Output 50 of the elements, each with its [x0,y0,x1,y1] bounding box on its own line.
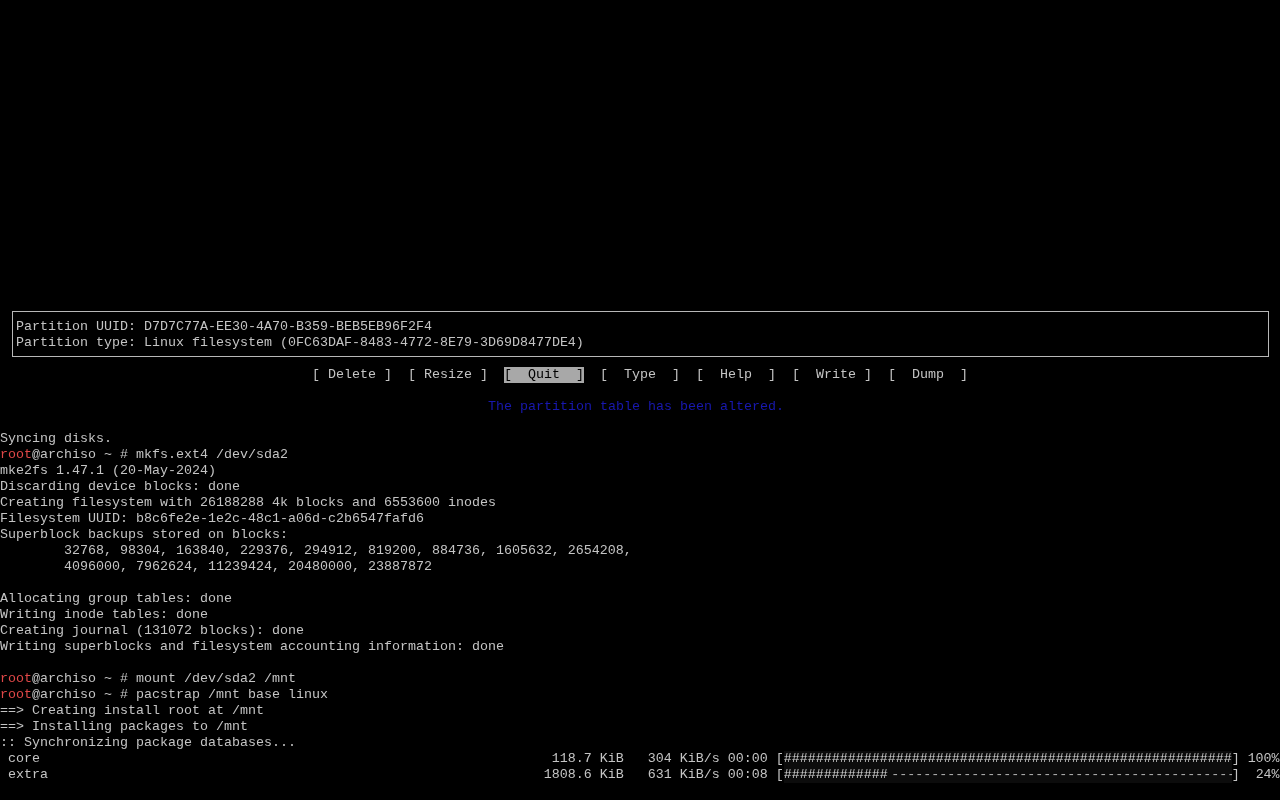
menu-button[interactable]: [ Quit ] [503,367,584,383]
elapsed-time: 00:00 [727,751,768,766]
bar-bracket: [ [775,767,784,782]
prompt-user: root [0,671,32,687]
menu-button[interactable]: [ Write ] [791,367,872,383]
bar-bracket: ] [1231,751,1240,766]
bar-bracket: [ [775,751,784,766]
console-line: Allocating group tables: done [0,591,232,607]
console-line: Filesystem UUID: b8c6fe2e-1e2c-48c1-a06d-c2b6547fafd6 [0,511,424,527]
elapsed-time: 00:08 [727,767,768,782]
download-rate: 304 KiB/s [647,751,720,766]
console-line: mke2fs 1.47.1 (20-May-2024) [0,463,216,479]
console-line: :: Synchronizing package databases... [0,735,296,751]
menu-button[interactable]: [ Type ] [599,367,680,383]
console-line: 4096000, 7962624, 11239424, 20480000, 23887872 [64,559,432,575]
partition-info-line: Partition type: Linux filesystem (0FC63DAF-8483-4772-8E79-3D69D8477DE4) [16,335,584,351]
console-line: Creating filesystem with 26188288 4k blocks and 6553600 inodes [0,495,496,511]
command-text: pacstrap /mnt base linux [135,687,328,703]
console-line: Syncing disks. [0,431,112,447]
partition-info-line: Partition UUID: D7D7C77A-EE30-4A70-B359-BEB5EB96F2F4 [16,319,432,335]
console-line: Writing superblocks and filesystem accounting information: done [0,639,504,655]
menu-button[interactable]: [ Resize ] [408,367,488,383]
console-line: ==> Creating install root at /mnt [0,703,264,719]
console-line: ==> Installing packages to /mnt [0,719,248,735]
download-rate: 631 KiB/s [647,767,720,782]
prompt-host: @archiso ~ # [32,687,128,703]
progress-hashes: ############# [783,767,889,783]
console-line: Creating journal (131072 blocks): done [0,623,304,639]
package-name: extra [8,767,48,782]
menu-button[interactable]: [ Delete ] [312,367,392,383]
menu-button[interactable]: [ Dump ] [887,367,968,383]
prompt-host: @archiso ~ # [32,671,128,687]
console-line: 32768, 98304, 163840, 229376, 294912, 819200, 884736, 1605632, 2654208, [64,543,632,559]
command-text: mkfs.ext4 /dev/sda2 [135,447,288,463]
download-size: 118.7 KiB [551,751,624,766]
progress-hashes: ######################################################## [783,751,1232,767]
console-line: Discarding device blocks: done [0,479,240,495]
console-line: Writing inode tables: done [0,607,208,623]
status-message: The partition table has been altered. [488,399,784,415]
progress-percent: 24% [1255,767,1280,782]
prompt-host: @archiso ~ # [32,447,128,463]
menu-button[interactable]: [ Help ] [695,367,776,383]
bar-bracket: ] [1231,767,1240,782]
progress-percent: 100% [1247,751,1280,766]
prompt-user: root [0,687,32,703]
download-size: 1808.6 KiB [543,767,624,782]
package-name: core [8,751,40,766]
prompt-user: root [0,447,32,463]
console-line: Superblock backups stored on blocks: [0,527,288,543]
command-text: mount /dev/sda2 /mnt [135,671,296,687]
